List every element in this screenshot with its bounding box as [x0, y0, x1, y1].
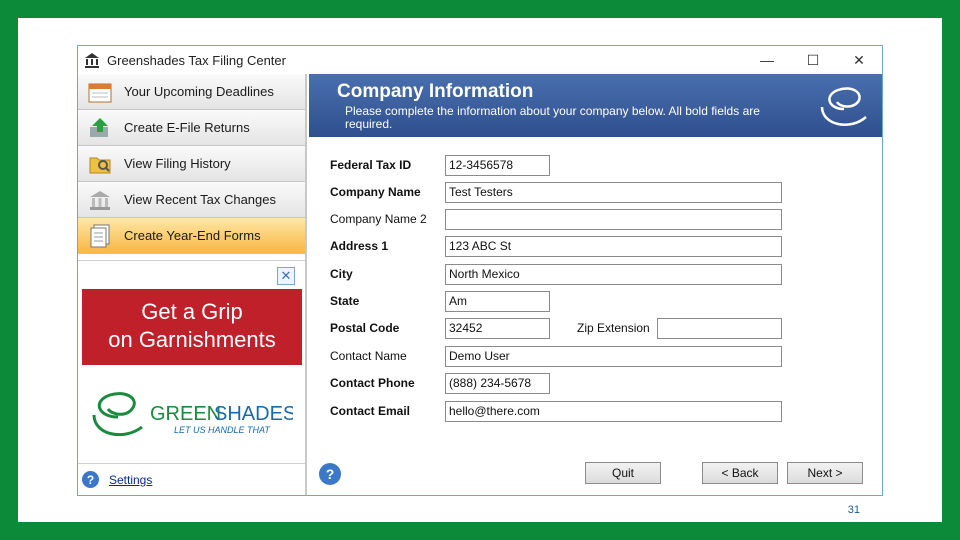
main-panel: Company Information Please complete the …: [309, 74, 882, 495]
bank-icon: [85, 53, 99, 68]
help-icon[interactable]: ?: [319, 463, 341, 485]
address-1-label: Address 1: [330, 239, 389, 253]
federal-tax-id-input[interactable]: [445, 154, 550, 176]
app-window: Greenshades Tax Filing Center — ☐ ✕ Your…: [77, 45, 883, 496]
sidebar-item-label: Create Year-End Forms: [124, 228, 261, 243]
company-name-2-label: Company Name 2: [330, 212, 427, 226]
minimize-button[interactable]: —: [744, 46, 790, 74]
ad-line-2: on Garnishments: [108, 327, 276, 352]
sidebar-item-deadlines[interactable]: Your Upcoming Deadlines: [78, 74, 305, 110]
contact-name-input[interactable]: [445, 345, 782, 367]
sidebar-item-tax-changes[interactable]: View Recent Tax Changes: [78, 182, 305, 218]
greenshades-mark-icon: [820, 87, 867, 126]
window-title: Greenshades Tax Filing Center: [107, 52, 286, 68]
folder-search-icon: [86, 151, 114, 177]
sidebar-item-efile[interactable]: Create E-File Returns: [78, 110, 305, 146]
logo-text-green: GREEN: [150, 403, 221, 425]
upload-arrow-icon: [86, 115, 114, 141]
sidebar-item-year-end[interactable]: Create Year-End Forms: [78, 218, 305, 254]
page-title: Company Information: [337, 81, 534, 102]
back-button[interactable]: < Back: [702, 462, 778, 484]
page-header: Company Information Please complete the …: [309, 74, 882, 137]
contact-phone-input[interactable]: [445, 372, 550, 394]
settings-link[interactable]: Settings: [109, 473, 152, 487]
calendar-icon: [86, 79, 114, 105]
federal-tax-id-label: Federal Tax ID: [330, 158, 412, 172]
state-input[interactable]: [445, 290, 550, 312]
ad-close-icon[interactable]: ✕: [277, 267, 295, 285]
greenshades-logo: GREEN SHADES LET US HANDLE THAT: [92, 392, 293, 437]
postal-code-label: Postal Code: [330, 321, 400, 335]
zip-extension-input[interactable]: [657, 317, 782, 339]
sidebar-item-history[interactable]: View Filing History: [78, 146, 305, 182]
slide-number: 31: [847, 504, 860, 516]
building-icon: [86, 187, 114, 213]
ad-line-1: Get a Grip: [141, 299, 243, 324]
address-1-input[interactable]: [445, 235, 782, 257]
ad-banner[interactable]: Get a Grip on Garnishments: [82, 289, 302, 365]
next-button[interactable]: Next >: [787, 462, 863, 484]
contact-email-label: Contact Email: [330, 404, 411, 418]
zip-extension-label: Zip Extension: [577, 321, 650, 335]
documents-icon: [86, 223, 114, 249]
quit-button[interactable]: Quit: [585, 462, 661, 484]
help-icon[interactable]: ?: [82, 471, 99, 488]
logo-text-shades: SHADES: [214, 403, 293, 425]
contact-email-input[interactable]: [445, 400, 782, 422]
page-subtitle: Please complete the information about yo…: [345, 104, 760, 131]
company-name-2-input[interactable]: [445, 208, 782, 230]
state-label: State: [330, 294, 360, 308]
ad-area: ✕ Get a Grip on Garnishments GREEN SHADE…: [78, 260, 305, 463]
slide: Greenshades Tax Filing Center — ☐ ✕ Your…: [18, 18, 942, 522]
sidebar-item-label: View Filing History: [124, 156, 231, 171]
company-name-input[interactable]: [445, 181, 782, 203]
sidebar: Your Upcoming Deadlines Create E-File Re…: [78, 74, 307, 495]
sidebar-item-label: View Recent Tax Changes: [124, 192, 277, 207]
city-input[interactable]: [445, 263, 782, 285]
city-label: City: [330, 267, 353, 281]
titlebar: Greenshades Tax Filing Center — ☐ ✕: [78, 46, 882, 74]
sidebar-item-label: Create E-File Returns: [124, 120, 250, 135]
company-name-label: Company Name: [330, 185, 421, 199]
contact-name-label: Contact Name: [330, 349, 407, 363]
logo-tagline: LET US HANDLE THAT: [174, 425, 271, 435]
contact-phone-label: Contact Phone: [330, 376, 415, 390]
settings-bar: ? Settings: [78, 463, 305, 495]
postal-code-input[interactable]: [445, 317, 550, 339]
close-button[interactable]: ✕: [836, 46, 882, 74]
sidebar-item-label: Your Upcoming Deadlines: [124, 84, 274, 99]
maximize-button[interactable]: ☐: [790, 46, 836, 74]
